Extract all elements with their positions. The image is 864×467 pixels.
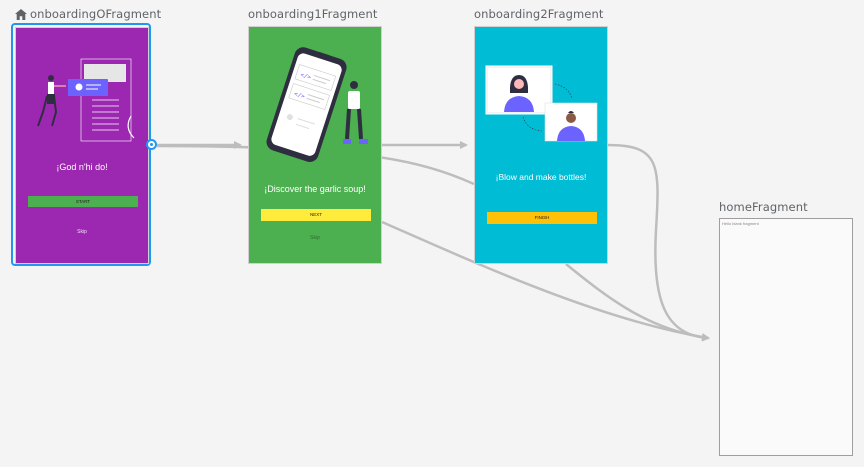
finish-button[interactable]: FINISH [487,212,597,224]
home-icon [15,9,27,20]
home-body-text: Hello blank fragment [722,221,759,226]
onboarding2-headline: ¡Blow and make bottles! [495,172,587,182]
onboarding1-illustration: </> </> [266,47,368,162]
onboarding1-headline: ¡Discover the garlic soup! [264,184,366,194]
start-button[interactable]: START [28,196,138,207]
action-handle[interactable] [146,139,157,150]
onboarding0-headline: ¡God n'hi do! [56,162,108,172]
onboarding2-illustration [485,65,598,142]
destination-preview-home[interactable]: Hello blank fragment [719,218,853,456]
action-2-to-home[interactable] [607,143,710,342]
destination-preview-onboarding0[interactable]: ¡God n'hi do! START Skip [15,27,149,264]
onboarding0-illustration [37,58,135,142]
action-0-to-home-cont[interactable] [565,263,710,342]
destination-title-label: onboardingOFragment [30,7,162,21]
next-button[interactable]: NEXT [261,209,371,221]
destination-title-onboarding0[interactable]: onboardingOFragment [15,7,161,21]
skip-link[interactable]: Skip [249,235,381,241]
destination-title-onboarding2[interactable]: onboarding2Fragment [474,7,603,21]
destination-title-onboarding1[interactable]: onboarding1Fragment [248,7,377,21]
destination-title-home[interactable]: homeFragment [719,200,808,214]
navigation-graph-canvas[interactable]: onboardingOFragment onboarding1Fragment … [0,0,864,467]
destination-preview-onboarding2[interactable]: ¡Blow and make bottles! FINISH [474,26,608,264]
destination-preview-onboarding1[interactable]: </> </> ¡Discover the garlic soup! NEXT … [248,26,382,264]
skip-link[interactable]: Skip [16,229,148,235]
